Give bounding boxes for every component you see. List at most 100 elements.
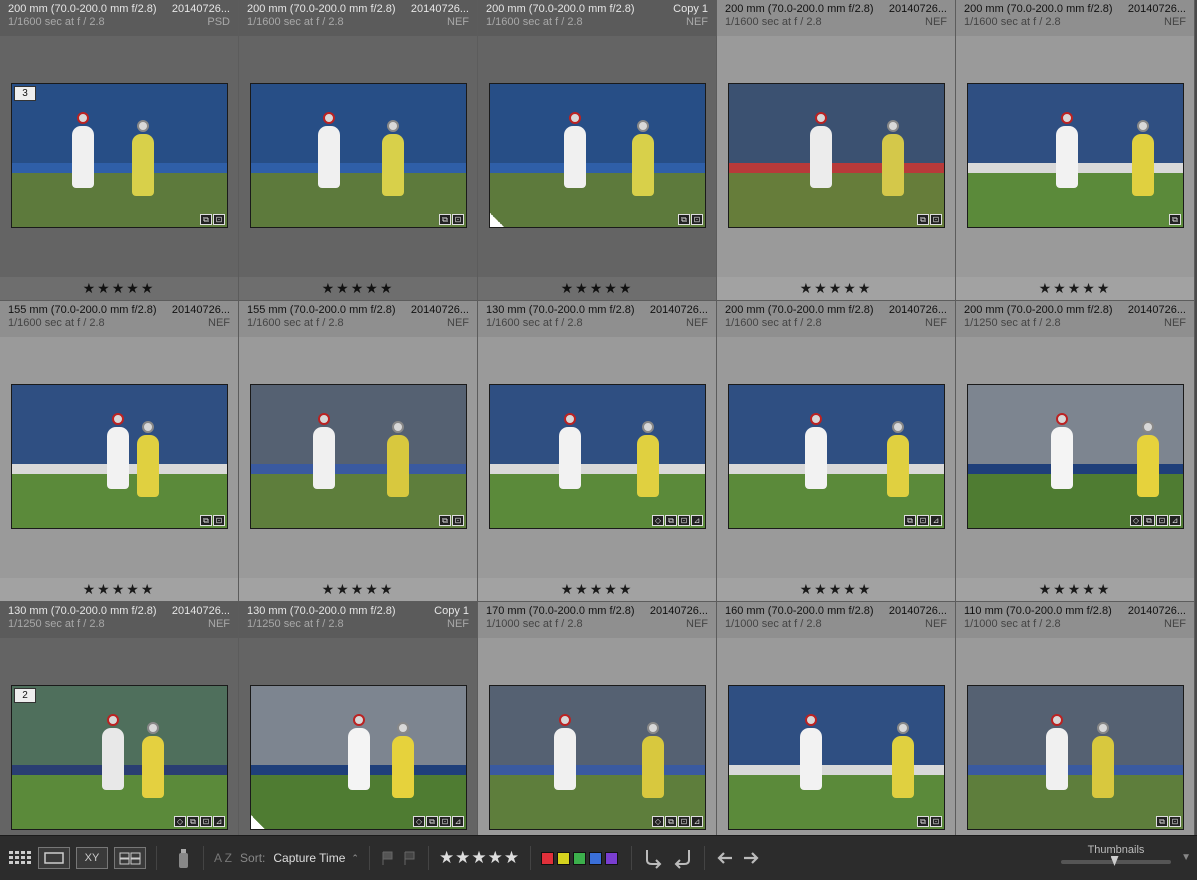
color-label-swatch[interactable] <box>589 851 603 865</box>
previous-arrow-icon[interactable] <box>715 848 735 868</box>
photo-thumbnail[interactable]: ◇ ⧉ ⊡ ⊿ <box>967 384 1184 529</box>
reject-flag-icon[interactable] <box>402 850 418 866</box>
badge-icon[interactable]: ◇ <box>652 515 664 526</box>
photo-thumbnail[interactable]: ⧉ ⊡ <box>489 83 706 228</box>
badge-icon[interactable]: ⊡ <box>452 214 464 225</box>
painter-button[interactable] <box>173 847 193 869</box>
badge-icon[interactable]: ⧉ <box>187 816 199 827</box>
badge-icon[interactable]: ⧉ <box>917 816 929 827</box>
grid-view-button[interactable] <box>6 847 38 869</box>
star-rating[interactable]: ★★★★★ <box>0 578 238 601</box>
badge-icon[interactable]: ◇ <box>413 816 425 827</box>
grid-cell[interactable]: 200 mm (70.0-200.0 mm f/2.8) 20140726... 1… <box>717 0 956 301</box>
photo-thumbnail[interactable]: ⧉ <box>967 83 1184 228</box>
sort-dropdown[interactable]: Capture Time <box>273 851 345 865</box>
compare-view-button[interactable]: XY <box>76 847 108 869</box>
star-rating[interactable]: ★★★★★ <box>717 277 955 300</box>
badge-icon[interactable]: ⧉ <box>904 515 916 526</box>
badge-icon[interactable]: ◇ <box>652 816 664 827</box>
badge-icon[interactable]: ⊡ <box>930 816 942 827</box>
badge-icon[interactable]: ⧉ <box>1143 515 1155 526</box>
star-rating[interactable]: ★★★★★ <box>239 277 477 300</box>
badge-icon[interactable]: ⧉ <box>439 214 451 225</box>
badge-icon[interactable]: ⊿ <box>452 816 464 827</box>
badge-icon[interactable]: ⧉ <box>426 816 438 827</box>
toolbar-menu-chevron-icon[interactable]: ▼ <box>1181 852 1191 863</box>
badge-icon[interactable]: ⊡ <box>1156 515 1168 526</box>
loupe-view-button[interactable] <box>38 847 70 869</box>
grid-cell[interactable]: 130 mm (70.0-200.0 mm f/2.8) 20140726... 1… <box>478 301 717 602</box>
badge-icon[interactable]: ⊿ <box>691 515 703 526</box>
stack-count-badge[interactable]: 2 <box>14 688 36 703</box>
star-rating[interactable]: ★★★★★ <box>0 277 238 300</box>
badge-icon[interactable]: ⊿ <box>930 515 942 526</box>
rotate-right-icon[interactable] <box>672 847 694 869</box>
grid-cell[interactable]: 200 mm (70.0-200.0 mm f/2.8) 20140726... 1… <box>956 301 1195 602</box>
photo-thumbnail[interactable]: ◇ ⧉ ⊡ ⊿ <box>489 685 706 830</box>
flag-icon[interactable] <box>380 850 396 866</box>
grid-cell[interactable]: 170 mm (70.0-200.0 mm f/2.8) 20140726... 1… <box>478 602 717 835</box>
badge-icon[interactable]: ⧉ <box>200 515 212 526</box>
photo-thumbnail[interactable]: ◇ ⧉ ⊡ ⊿ <box>250 685 467 830</box>
sort-dropdown-caret-icon[interactable]: ⌃ <box>351 853 359 864</box>
rotate-left-icon[interactable] <box>642 847 664 869</box>
survey-view-button[interactable] <box>114 847 146 869</box>
badge-icon[interactable]: ⧉ <box>200 214 212 225</box>
color-label-swatch[interactable] <box>605 851 619 865</box>
stack-count-badge[interactable]: 3 <box>14 86 36 101</box>
photo-thumbnail[interactable]: ⧉ ⊡ <box>728 685 945 830</box>
grid-cell[interactable]: 155 mm (70.0-200.0 mm f/2.8) 20140726... 1… <box>0 301 239 602</box>
photo-thumbnail[interactable]: ◇ ⧉ ⊡ ⊿ <box>489 384 706 529</box>
badge-icon[interactable]: ⊡ <box>200 816 212 827</box>
badge-icon[interactable]: ⊡ <box>678 515 690 526</box>
star-rating[interactable]: ★★★★★ <box>956 578 1194 601</box>
thumbnail-size-slider-handle[interactable] <box>1110 856 1119 866</box>
star-rating[interactable]: ★★★★★ <box>717 578 955 601</box>
badge-icon[interactable]: ⧉ <box>1156 816 1168 827</box>
photo-thumbnail[interactable]: ⧉ ⊡ <box>967 685 1184 830</box>
grid-cell[interactable]: 200 mm (70.0-200.0 mm f/2.8) Copy 1 1/1600… <box>478 0 717 301</box>
photo-thumbnail[interactable]: ⧉ ⊡ ⊿ <box>728 384 945 529</box>
badge-icon[interactable]: ◇ <box>1130 515 1142 526</box>
grid-cell[interactable]: 200 mm (70.0-200.0 mm f/2.8) 20140726... 1… <box>239 0 478 301</box>
star-rating[interactable]: ★★★★★ <box>239 578 477 601</box>
star-rating[interactable]: ★★★★★ <box>956 277 1194 300</box>
badge-icon[interactable]: ⊡ <box>452 515 464 526</box>
badge-icon[interactable]: ⊿ <box>1169 515 1181 526</box>
badge-icon[interactable]: ⊿ <box>213 816 225 827</box>
photo-thumbnail[interactable]: ⧉ ⊡ <box>11 384 228 529</box>
photo-thumbnail[interactable]: 2 ◇ ⧉ ⊡ ⊿ <box>11 685 228 830</box>
badge-icon[interactable]: ⧉ <box>917 214 929 225</box>
photo-thumbnail[interactable]: ⧉ ⊡ <box>250 83 467 228</box>
badge-icon[interactable]: ⊡ <box>930 214 942 225</box>
grid-cell[interactable]: 200 mm (70.0-200.0 mm f/2.8) 20140726... 1… <box>717 301 956 602</box>
grid-cell[interactable]: 130 mm (70.0-200.0 mm f/2.8) 20140726... 1… <box>0 602 239 835</box>
badge-icon[interactable]: ⊡ <box>1169 816 1181 827</box>
badge-icon[interactable]: ⧉ <box>1169 214 1181 225</box>
grid-cell[interactable]: 155 mm (70.0-200.0 mm f/2.8) 20140726... 1… <box>239 301 478 602</box>
badge-icon[interactable]: ⊡ <box>691 214 703 225</box>
badge-icon[interactable]: ⊡ <box>678 816 690 827</box>
grid-cell[interactable]: 110 mm (70.0-200.0 mm f/2.8) 20140726... 1… <box>956 602 1195 835</box>
star-rating[interactable]: ★★★★★ <box>478 578 716 601</box>
badge-icon[interactable]: ⧉ <box>665 816 677 827</box>
color-label-swatch[interactable] <box>557 851 571 865</box>
badge-icon[interactable]: ⊿ <box>691 816 703 827</box>
grid-cell[interactable]: 200 mm (70.0-200.0 mm f/2.8) 20140726... 1… <box>0 0 239 301</box>
badge-icon[interactable]: ⧉ <box>665 515 677 526</box>
grid-cell[interactable]: 160 mm (70.0-200.0 mm f/2.8) 20140726... 1… <box>717 602 956 835</box>
badge-icon[interactable]: ⧉ <box>439 515 451 526</box>
badge-icon[interactable]: ⊡ <box>917 515 929 526</box>
grid-cell[interactable]: 200 mm (70.0-200.0 mm f/2.8) 20140726... 1… <box>956 0 1195 301</box>
photo-thumbnail[interactable]: 3 ⧉ ⊡ <box>11 83 228 228</box>
next-arrow-icon[interactable] <box>741 848 761 868</box>
badge-icon[interactable]: ⧉ <box>678 214 690 225</box>
photo-thumbnail[interactable]: ⧉ ⊡ <box>728 83 945 228</box>
badge-icon[interactable]: ⊡ <box>213 214 225 225</box>
grid-cell[interactable]: 130 mm (70.0-200.0 mm f/2.8) Copy 1 1/1250… <box>239 602 478 835</box>
star-rating[interactable]: ★★★★★ <box>478 277 716 300</box>
color-label-swatch[interactable] <box>541 851 555 865</box>
badge-icon[interactable]: ⊡ <box>213 515 225 526</box>
badge-icon[interactable]: ◇ <box>174 816 186 827</box>
rating-filter-stars[interactable]: ★★★★★ <box>439 848 520 868</box>
